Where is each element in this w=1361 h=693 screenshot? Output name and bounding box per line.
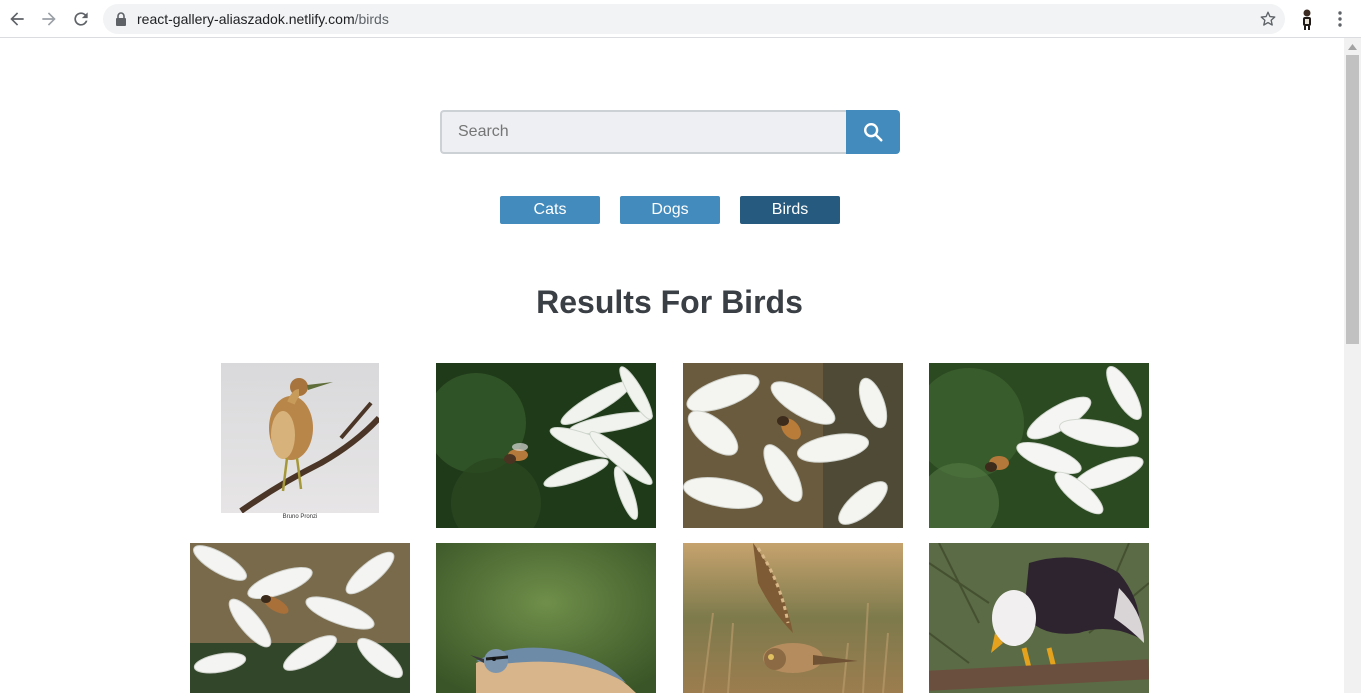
forward-arrow-icon[interactable] — [37, 7, 61, 31]
photo-bee-flowers-2 — [683, 363, 903, 528]
photo-bee-flowers-4 — [190, 543, 410, 693]
page-scrollbar[interactable] — [1344, 38, 1361, 693]
profile-avatar[interactable] — [1299, 8, 1315, 30]
url-path: /birds — [354, 11, 389, 27]
results-title: Results For Birds — [536, 284, 803, 320]
bookmark-star-icon[interactable] — [1259, 10, 1277, 28]
photo-bee-flowers-3 — [929, 363, 1149, 528]
back-arrow-icon[interactable] — [5, 7, 29, 31]
url-text: react-gallery-aliaszadok.netlify.com/bir… — [137, 11, 389, 27]
topic-nav: Cats Dogs Birds — [500, 196, 840, 224]
search-form — [440, 110, 900, 154]
photo-caption: Bruno Pronzi — [282, 514, 318, 520]
search-icon — [864, 123, 883, 142]
photo-nuthatch — [436, 543, 656, 693]
lock-icon — [116, 12, 126, 26]
search-button[interactable] — [846, 110, 900, 154]
address-bar[interactable]: react-gallery-aliaszadok.netlify.com/bir… — [103, 4, 1285, 34]
more-menu-icon[interactable] — [1330, 9, 1350, 29]
photo-heron: Bruno Pronzi — [221, 363, 379, 525]
scrollbar-thumb[interactable] — [1346, 55, 1359, 344]
reload-icon[interactable] — [69, 7, 93, 31]
photo-owl — [683, 543, 903, 693]
search-input[interactable] — [440, 110, 847, 154]
nav-link-cats[interactable]: Cats — [500, 196, 600, 224]
url-host: react-gallery-aliaszadok.netlify.com — [137, 11, 355, 27]
browser-toolbar: react-gallery-aliaszadok.netlify.com/bir… — [0, 0, 1361, 38]
tab-strip-indicator — [808, 0, 980, 2]
nav-link-birds[interactable]: Birds — [740, 196, 840, 224]
scroll-up-arrow-icon[interactable] — [1344, 38, 1361, 55]
photo-bald-eagle — [929, 543, 1149, 693]
photo-bee-flowers-1 — [436, 363, 656, 528]
nav-link-dogs[interactable]: Dogs — [620, 196, 720, 224]
page-content: Cats Dogs Birds Results For Birds Bruno … — [0, 38, 1344, 693]
